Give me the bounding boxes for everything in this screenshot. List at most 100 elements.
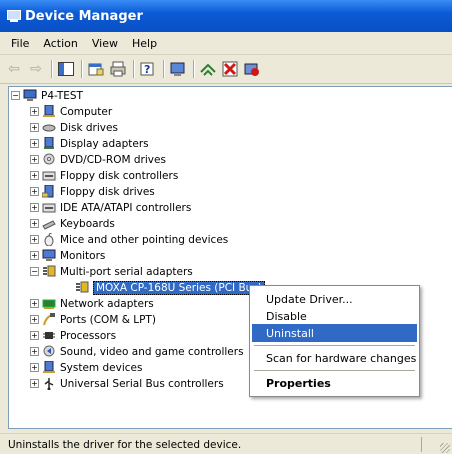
tree-item-label: Multi-port serial adapters	[60, 265, 193, 278]
mouse-icon	[42, 233, 56, 246]
tree-item-label: Display adapters	[60, 137, 149, 150]
tree-item-floppy-controllers[interactable]: + Floppy disk controllers	[9, 168, 178, 183]
menu-separator	[254, 370, 415, 371]
tree-item-mice[interactable]: + Mice and other pointing devices	[9, 232, 228, 247]
toolbar-separator	[51, 60, 52, 78]
tree-item-display-adapters[interactable]: + Display adapters	[9, 136, 149, 151]
tree-item-usb-controllers[interactable]: + Universal Serial Bus controllers	[9, 376, 224, 391]
show-hide-console-tree-icon[interactable]	[58, 61, 74, 77]
tree-item-label: Floppy disk drives	[60, 185, 155, 198]
expand-icon[interactable]: +	[30, 363, 39, 372]
tree-item-ports[interactable]: + Ports (COM & LPT)	[9, 312, 156, 327]
expand-icon[interactable]: +	[30, 187, 39, 196]
usb-icon	[42, 377, 56, 390]
tree-item-ide-controllers[interactable]: + IDE ATA/ATAPI controllers	[9, 200, 191, 215]
tree-item-label: DVD/CD-ROM drives	[60, 153, 166, 166]
menu-bar: File Action View Help	[0, 32, 452, 55]
tree-item-label: Processors	[60, 329, 117, 342]
keyboard-icon	[42, 217, 56, 230]
menu-item-properties[interactable]: Properties	[252, 374, 417, 392]
expand-icon[interactable]: +	[30, 235, 39, 244]
uninstall-icon[interactable]	[222, 61, 238, 77]
menu-action[interactable]: Action	[36, 37, 84, 50]
expand-icon[interactable]: +	[30, 331, 39, 340]
update-driver-icon[interactable]	[200, 61, 216, 77]
tree-root[interactable]: − P4-TEST	[9, 88, 83, 103]
tree-item-label: Ports (COM & LPT)	[60, 313, 156, 326]
network-adapter-icon	[42, 297, 56, 310]
ide-controller-icon	[42, 201, 56, 214]
expand-icon[interactable]: +	[30, 347, 39, 356]
toolbar-separator	[81, 60, 82, 78]
tree-item-monitors[interactable]: + Monitors	[9, 248, 105, 263]
tree-item-label: Sound, video and game controllers	[60, 345, 244, 358]
display-adapter-icon	[42, 137, 56, 150]
menu-item-uninstall[interactable]: Uninstall	[252, 324, 417, 342]
tree-item-label: Keyboards	[60, 217, 115, 230]
back-icon[interactable]: ⇦	[6, 61, 22, 77]
expand-icon[interactable]: +	[30, 171, 39, 180]
menu-separator	[254, 345, 415, 346]
print-icon[interactable]	[110, 61, 126, 77]
title-bar[interactable]: Device Manager	[0, 0, 452, 32]
floppy-controller-icon	[42, 169, 56, 182]
tree-item-computer[interactable]: + Computer	[9, 104, 112, 119]
port-icon	[42, 313, 56, 326]
tree-item-label: Computer	[60, 105, 113, 118]
help-icon[interactable]: ?	[140, 61, 156, 77]
forward-icon[interactable]: ⇨	[28, 61, 44, 77]
expand-icon[interactable]: +	[30, 299, 39, 308]
expand-icon[interactable]: +	[30, 139, 39, 148]
menu-view[interactable]: View	[85, 37, 125, 50]
tree-item-label: IDE ATA/ATAPI controllers	[60, 201, 192, 214]
resize-grip-icon[interactable]	[440, 443, 450, 453]
expand-icon[interactable]: +	[30, 219, 39, 228]
status-bar: Uninstalls the driver for the selected d…	[0, 433, 452, 454]
tree-item-multiport-serial[interactable]: − Multi-port serial adapters	[9, 264, 193, 279]
tree-item-moxa-device[interactable]: MOXA CP-168U Series (PCI Bus)	[9, 280, 265, 295]
properties-icon[interactable]	[88, 61, 104, 77]
tree-item-label: Monitors	[60, 249, 106, 262]
system-device-icon	[42, 361, 56, 374]
window-title: Device Manager	[25, 8, 143, 24]
disk-drive-icon	[42, 121, 56, 134]
tree-item-label: Mice and other pointing devices	[60, 233, 229, 246]
tree-item-keyboards[interactable]: + Keyboards	[9, 216, 115, 231]
sound-icon	[42, 345, 56, 358]
tree-item-processors[interactable]: + Processors	[9, 328, 116, 343]
expand-icon[interactable]: +	[30, 315, 39, 324]
expand-icon[interactable]: +	[30, 123, 39, 132]
expand-icon[interactable]: +	[30, 379, 39, 388]
tree-item-label: Floppy disk controllers	[60, 169, 179, 182]
tree-item-label: Network adapters	[60, 297, 154, 310]
collapse-icon[interactable]: −	[11, 91, 20, 100]
tree-item-disk-drives[interactable]: + Disk drives	[9, 120, 118, 135]
tree-item-system-devices[interactable]: + System devices	[9, 360, 142, 375]
expand-icon[interactable]: +	[30, 203, 39, 212]
collapse-icon[interactable]: −	[30, 267, 39, 276]
tree-item-label: System devices	[60, 361, 143, 374]
tree-item-floppy-drives[interactable]: + Floppy disk drives	[9, 184, 155, 199]
tree-item-sound-video[interactable]: + Sound, video and game controllers	[9, 344, 244, 359]
expand-icon[interactable]: +	[30, 251, 39, 260]
monitor-icon	[42, 249, 56, 262]
menu-help[interactable]: Help	[125, 37, 164, 50]
processor-icon	[42, 329, 56, 342]
expand-icon[interactable]: +	[30, 155, 39, 164]
menu-item-disable[interactable]: Disable	[252, 307, 417, 325]
toolbar-separator	[163, 60, 164, 78]
menu-item-scan-hardware[interactable]: Scan for hardware changes	[252, 349, 417, 367]
menu-file[interactable]: File	[4, 37, 36, 50]
scan-hardware-icon[interactable]	[170, 61, 186, 77]
floppy-drive-icon	[42, 185, 56, 198]
menu-item-update-driver[interactable]: Update Driver...	[252, 290, 417, 308]
disable-icon[interactable]	[244, 61, 260, 77]
expand-icon[interactable]: +	[30, 107, 39, 116]
tree-item-label: Universal Serial Bus controllers	[60, 377, 224, 390]
selected-device-label: MOXA CP-168U Series (PCI Bus)	[93, 280, 265, 295]
svg-text:?: ?	[144, 63, 150, 76]
dvd-drive-icon	[42, 153, 56, 166]
tree-item-network-adapters[interactable]: + Network adapters	[9, 296, 154, 311]
tree-item-dvd-drives[interactable]: + DVD/CD-ROM drives	[9, 152, 166, 167]
status-divider	[421, 437, 422, 452]
